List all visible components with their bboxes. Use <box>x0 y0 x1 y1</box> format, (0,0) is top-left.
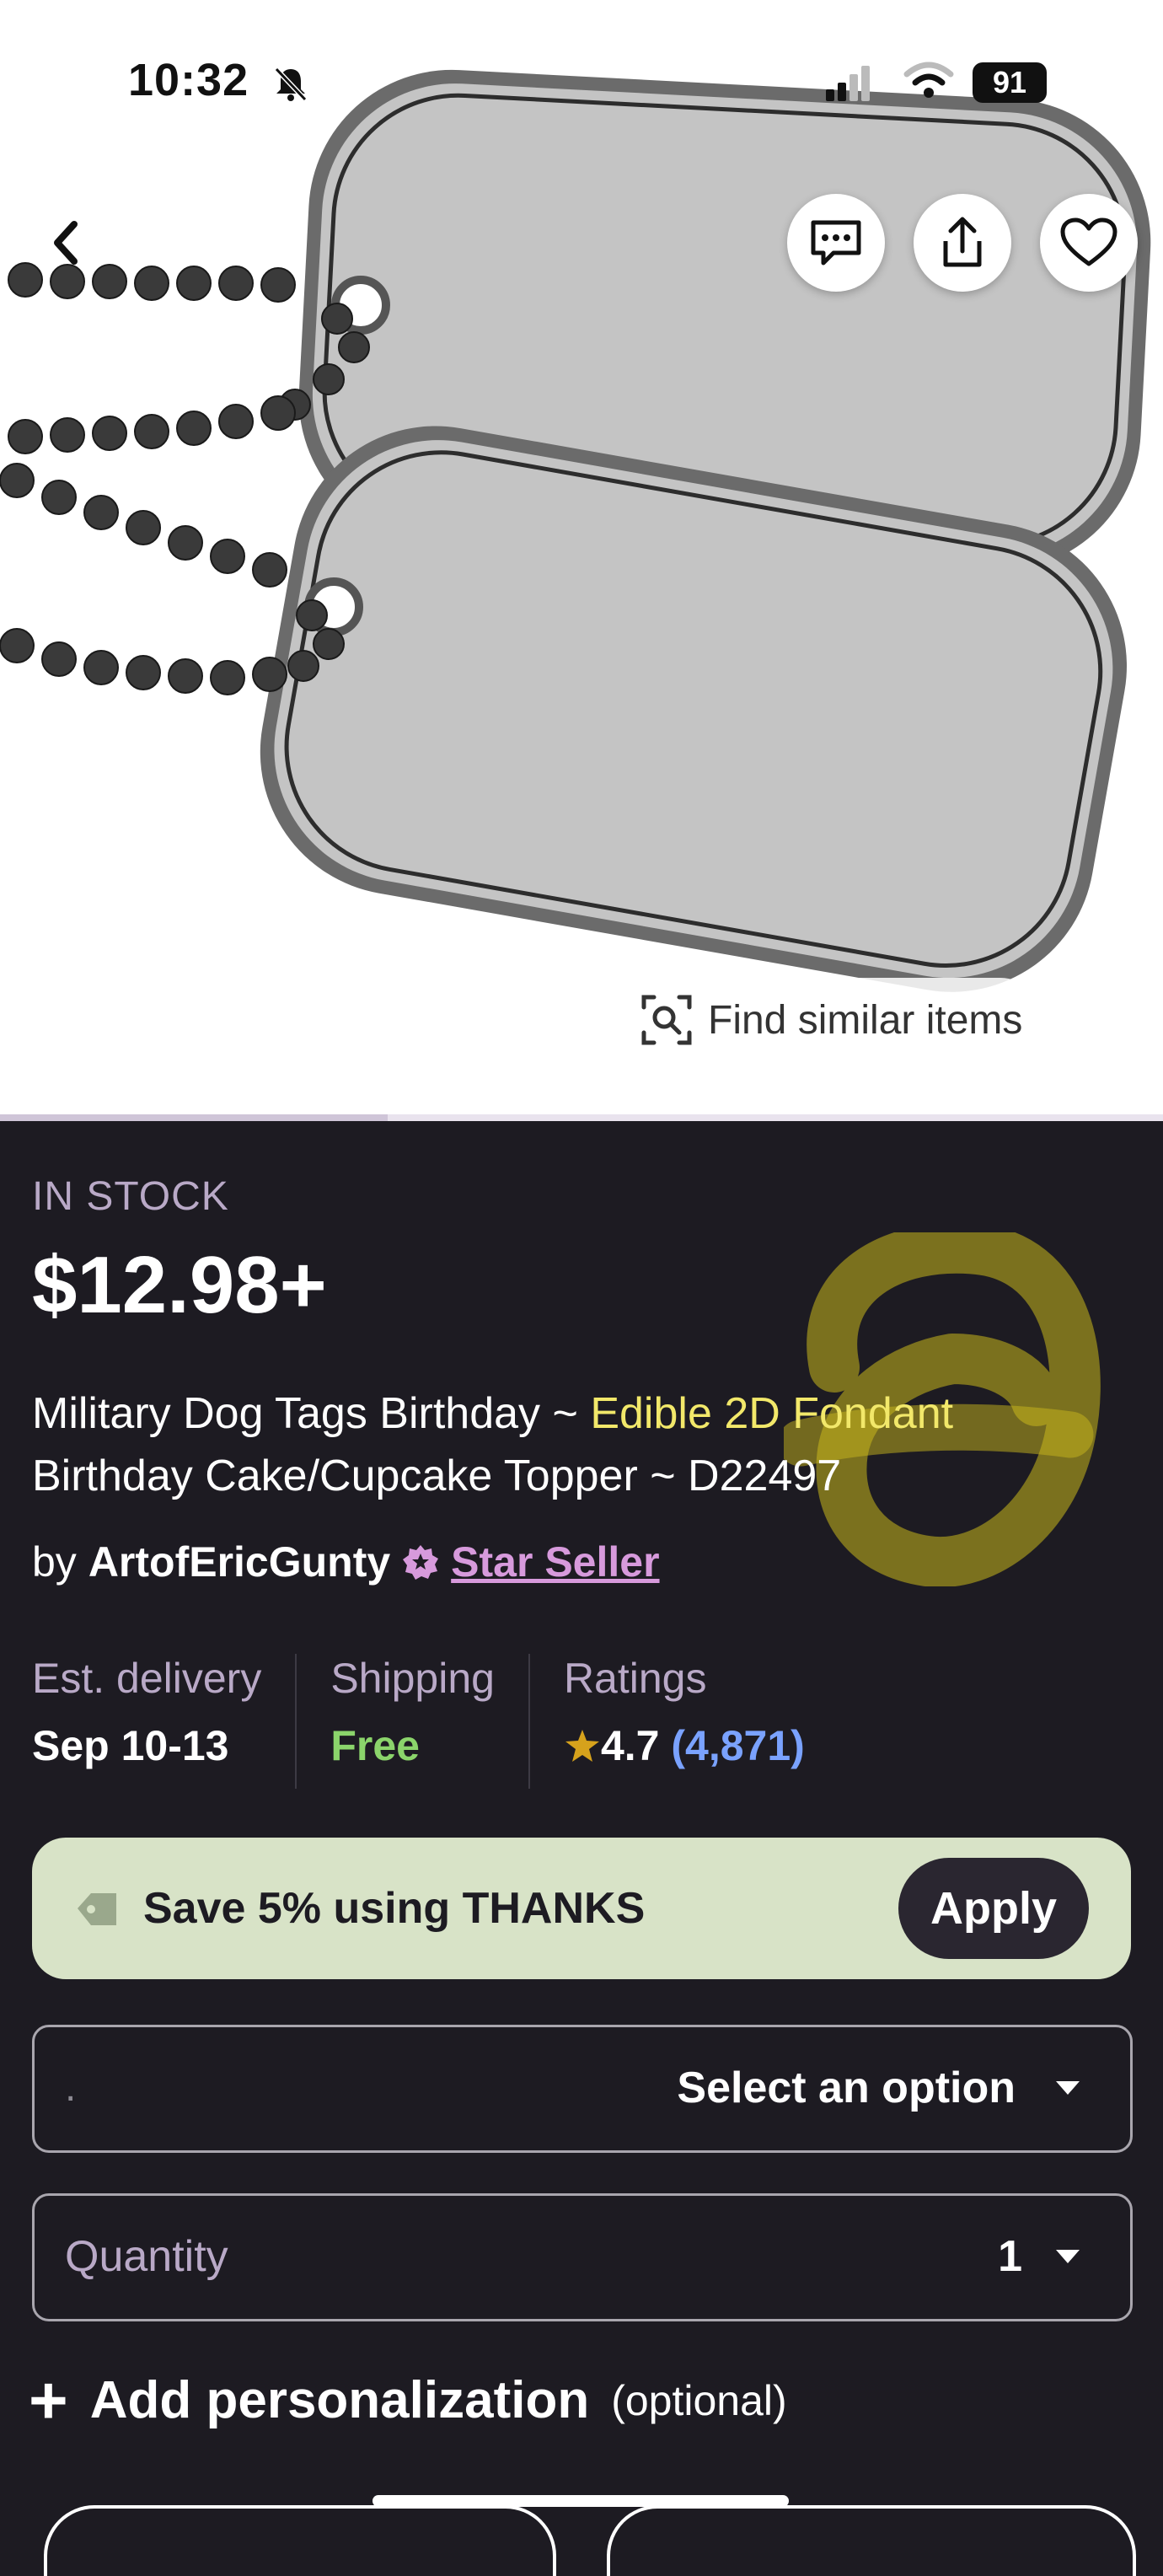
back-chevron-icon[interactable] <box>37 212 98 273</box>
chat-bubble-icon <box>811 220 861 266</box>
image-carousel-progress <box>0 1114 1163 1121</box>
variation-placeholder: . <box>65 2065 77 2110</box>
stock-status: IN STOCK <box>32 1174 229 1219</box>
title-text-2: Birthday Cake/Cupcake Topper ~ D22497 <box>32 1452 842 1500</box>
share-icon <box>943 217 982 267</box>
by-label: by <box>32 1538 77 1586</box>
product-price: $12.98+ <box>32 1240 327 1330</box>
price-tag-icon <box>78 1893 116 1925</box>
product-image-area[interactable]: 10:32 91 Find similar items <box>0 0 1163 1121</box>
star-seller-link[interactable]: Star Seller <box>451 1538 659 1586</box>
seller-name[interactable]: ArtofEricGunty <box>88 1538 390 1586</box>
quantity-value: 1 <box>998 2232 1022 2281</box>
product-details: IN STOCK $12.98+ Military Dog Tags Birth… <box>0 1123 1163 2576</box>
quantity-label: Quantity <box>65 2232 228 2281</box>
cellular-signal-icon <box>826 66 870 101</box>
share-button[interactable] <box>914 194 1011 292</box>
info-row: Est. delivery Sep 10-13 Shipping Free Ra… <box>32 1654 1128 1789</box>
rating-score: 4.7 <box>600 1722 660 1769</box>
plus-icon: + <box>29 2362 68 2438</box>
delivery-label: Est. delivery <box>32 1655 262 1702</box>
bottom-action-button-left[interactable] <box>44 2505 556 2576</box>
bottom-action-button-right[interactable] <box>607 2505 1136 2576</box>
seller-byline: by ArtofEricGunty Star Seller <box>32 1538 660 1586</box>
find-similar-button[interactable]: Find similar items <box>624 978 1043 1062</box>
find-similar-label: Find similar items <box>708 997 1023 1043</box>
coupon-text: Save 5% using THANKS <box>143 1884 646 1933</box>
heart-icon <box>1060 217 1117 266</box>
status-time: 10:32 <box>128 55 249 105</box>
shipping-info: Shipping Free <box>330 1654 530 1789</box>
status-bar: 10:32 91 <box>0 0 1163 169</box>
wifi-icon <box>903 62 954 98</box>
star-seller-badge-icon <box>403 1545 439 1580</box>
delivery-value: Sep 10-13 <box>32 1722 229 1769</box>
ratings-label: Ratings <box>563 1655 707 1702</box>
message-seller-button[interactable] <box>787 194 885 292</box>
personalization-label: Add personalization <box>89 2371 590 2429</box>
home-indicator <box>372 2495 789 2507</box>
dropdown-caret-icon <box>1056 2081 1080 2095</box>
ratings-value: 4.7 (4,871) <box>564 1721 805 1770</box>
silent-bell-icon <box>274 67 308 102</box>
visual-search-icon <box>641 995 692 1045</box>
shipping-label: Shipping <box>330 1655 495 1702</box>
variation-value: Select an option <box>677 2063 1016 2112</box>
delivery-info: Est. delivery Sep 10-13 <box>32 1654 297 1789</box>
battery-indicator: 91 <box>973 62 1047 103</box>
shipping-value: Free <box>330 1722 420 1769</box>
favorite-button[interactable] <box>1040 194 1138 292</box>
title-text-1: Military Dog Tags Birthday ~ <box>32 1389 591 1438</box>
variation-select[interactable]: . Select an option <box>32 2025 1133 2153</box>
star-icon <box>565 1730 599 1762</box>
rating-count[interactable]: (4,871) <box>671 1722 804 1769</box>
coupon-banner: Save 5% using THANKS Apply <box>32 1838 1131 1979</box>
title-highlight: Edible 2D Fondant <box>590 1389 954 1438</box>
carousel-progress-fill <box>0 1114 388 1121</box>
product-title: Military Dog Tags Birthday ~ Edible 2D F… <box>32 1382 1085 1507</box>
add-personalization-button[interactable]: + Add personalization (optional) <box>29 2362 787 2438</box>
apply-coupon-button[interactable]: Apply <box>898 1858 1089 1959</box>
dropdown-caret-icon <box>1056 2250 1080 2263</box>
personalization-optional: (optional) <box>611 2376 787 2424</box>
ratings-info[interactable]: Ratings 4.7 (4,871) <box>564 1654 839 1789</box>
quantity-select[interactable]: Quantity 1 <box>32 2193 1133 2321</box>
